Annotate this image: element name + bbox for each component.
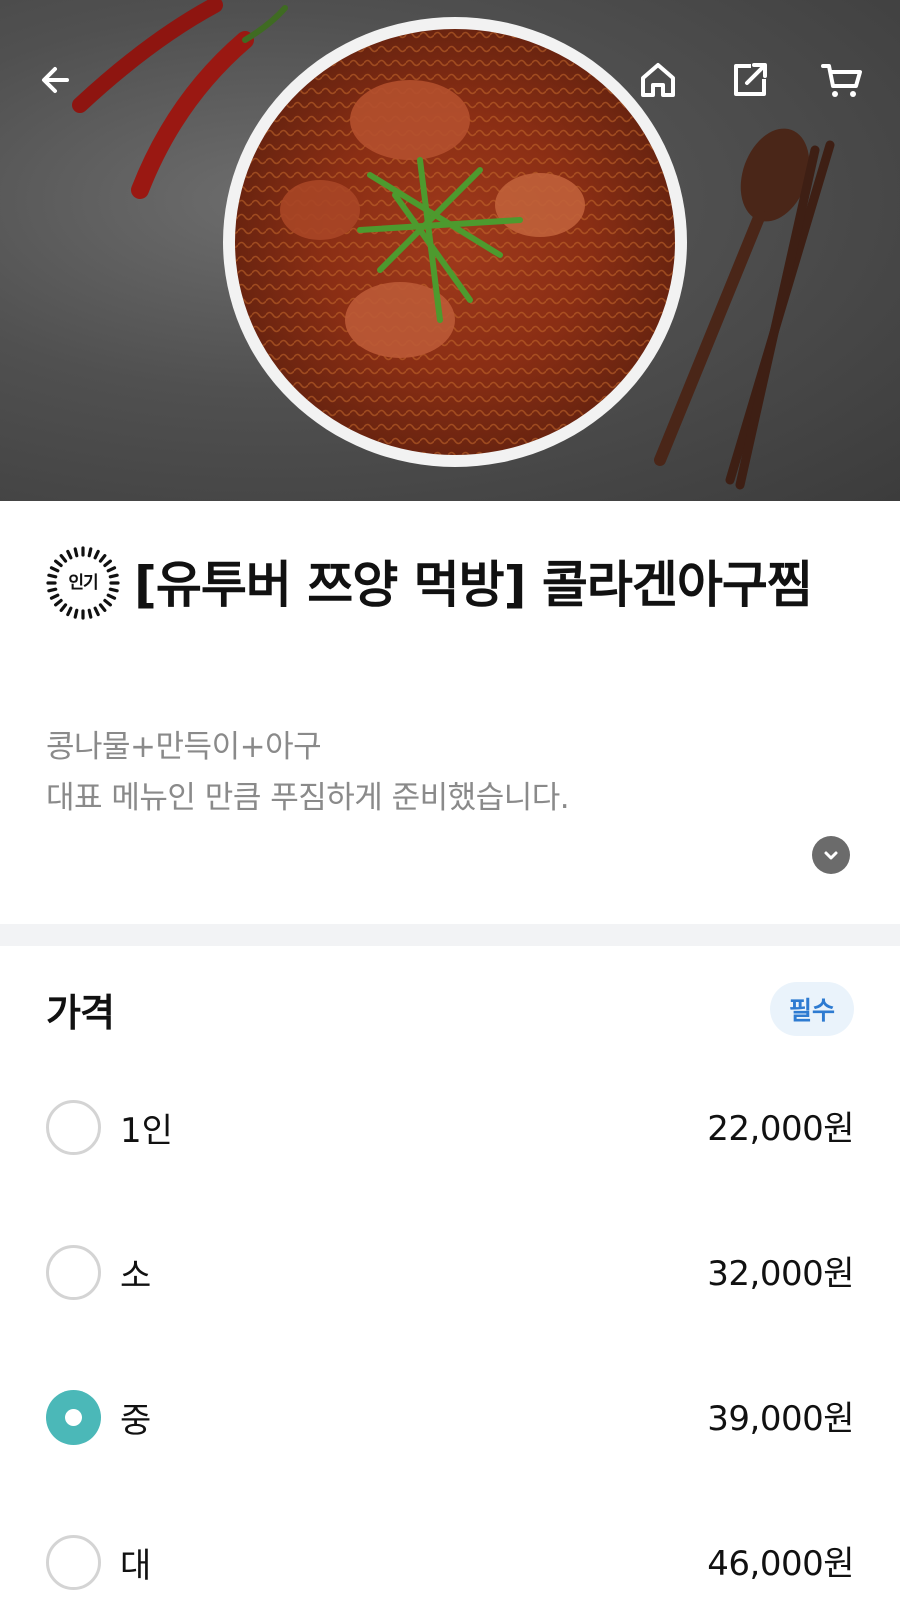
option-label: 1인 — [120, 1111, 173, 1151]
popular-badge-label: 인기 — [68, 572, 98, 593]
share-button[interactable] — [722, 52, 778, 108]
back-button[interactable] — [30, 52, 86, 108]
price-option[interactable]: 1인 22,000원 — [0, 1073, 900, 1183]
required-badge: 필수 — [770, 982, 854, 1036]
radio-button[interactable] — [46, 1390, 101, 1445]
option-price: 22,000원 — [707, 1109, 854, 1149]
back-arrow-icon — [42, 67, 69, 93]
price-section-title: 가격 — [46, 991, 115, 1035]
radio-button[interactable] — [46, 1535, 101, 1590]
menu-title-block: 인기 [유투버 쯔양 먹방] 콜라겐아구찜 — [46, 545, 856, 624]
radio-button[interactable] — [46, 1245, 101, 1300]
option-label: 중 — [120, 1401, 152, 1441]
menu-title: [유투버 쯔양 먹방] 콜라겐아구찜 — [134, 556, 813, 614]
radio-button[interactable] — [46, 1100, 101, 1155]
description-line: 콩나물+만득이+아구 — [46, 729, 322, 765]
description-line: 대표 메뉴인 만큼 푸짐하게 준비했습니다. — [46, 780, 570, 816]
option-label: 소 — [120, 1256, 152, 1296]
option-price: 39,000원 — [707, 1399, 854, 1439]
expand-description-button[interactable] — [812, 836, 850, 874]
home-icon — [641, 63, 675, 97]
option-label: 대 — [120, 1546, 152, 1586]
popular-badge: 인기 — [46, 545, 120, 620]
home-button[interactable] — [630, 52, 686, 108]
section-divider — [0, 924, 900, 946]
option-price: 32,000원 — [707, 1254, 854, 1294]
menu-hero-image — [0, 0, 900, 501]
cart-icon — [821, 64, 862, 97]
share-icon — [734, 63, 767, 96]
menu-title-line: 인기 [유투버 쯔양 먹방] 콜라겐아구찜 — [46, 545, 856, 624]
price-option[interactable]: 소 32,000원 — [0, 1218, 900, 1328]
cart-button[interactable] — [814, 52, 870, 108]
price-option[interactable]: 대 46,000원 — [0, 1508, 900, 1616]
option-price: 46,000원 — [707, 1544, 854, 1584]
chevron-down-icon — [824, 851, 838, 860]
price-option[interactable]: 중 39,000원 — [0, 1363, 900, 1473]
menu-description: 콩나물+만득이+아구 대표 메뉴인 만큼 푸짐하게 준비했습니다. — [46, 722, 846, 824]
